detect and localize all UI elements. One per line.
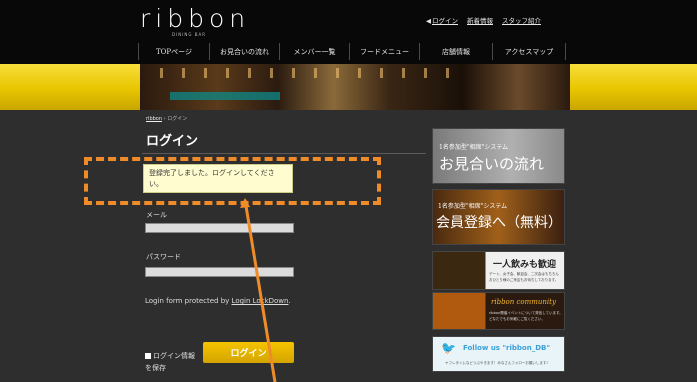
annotation-arrow-head [240, 198, 250, 208]
annotation-arrow-line [243, 199, 277, 382]
annotation-arrow [240, 198, 277, 382]
